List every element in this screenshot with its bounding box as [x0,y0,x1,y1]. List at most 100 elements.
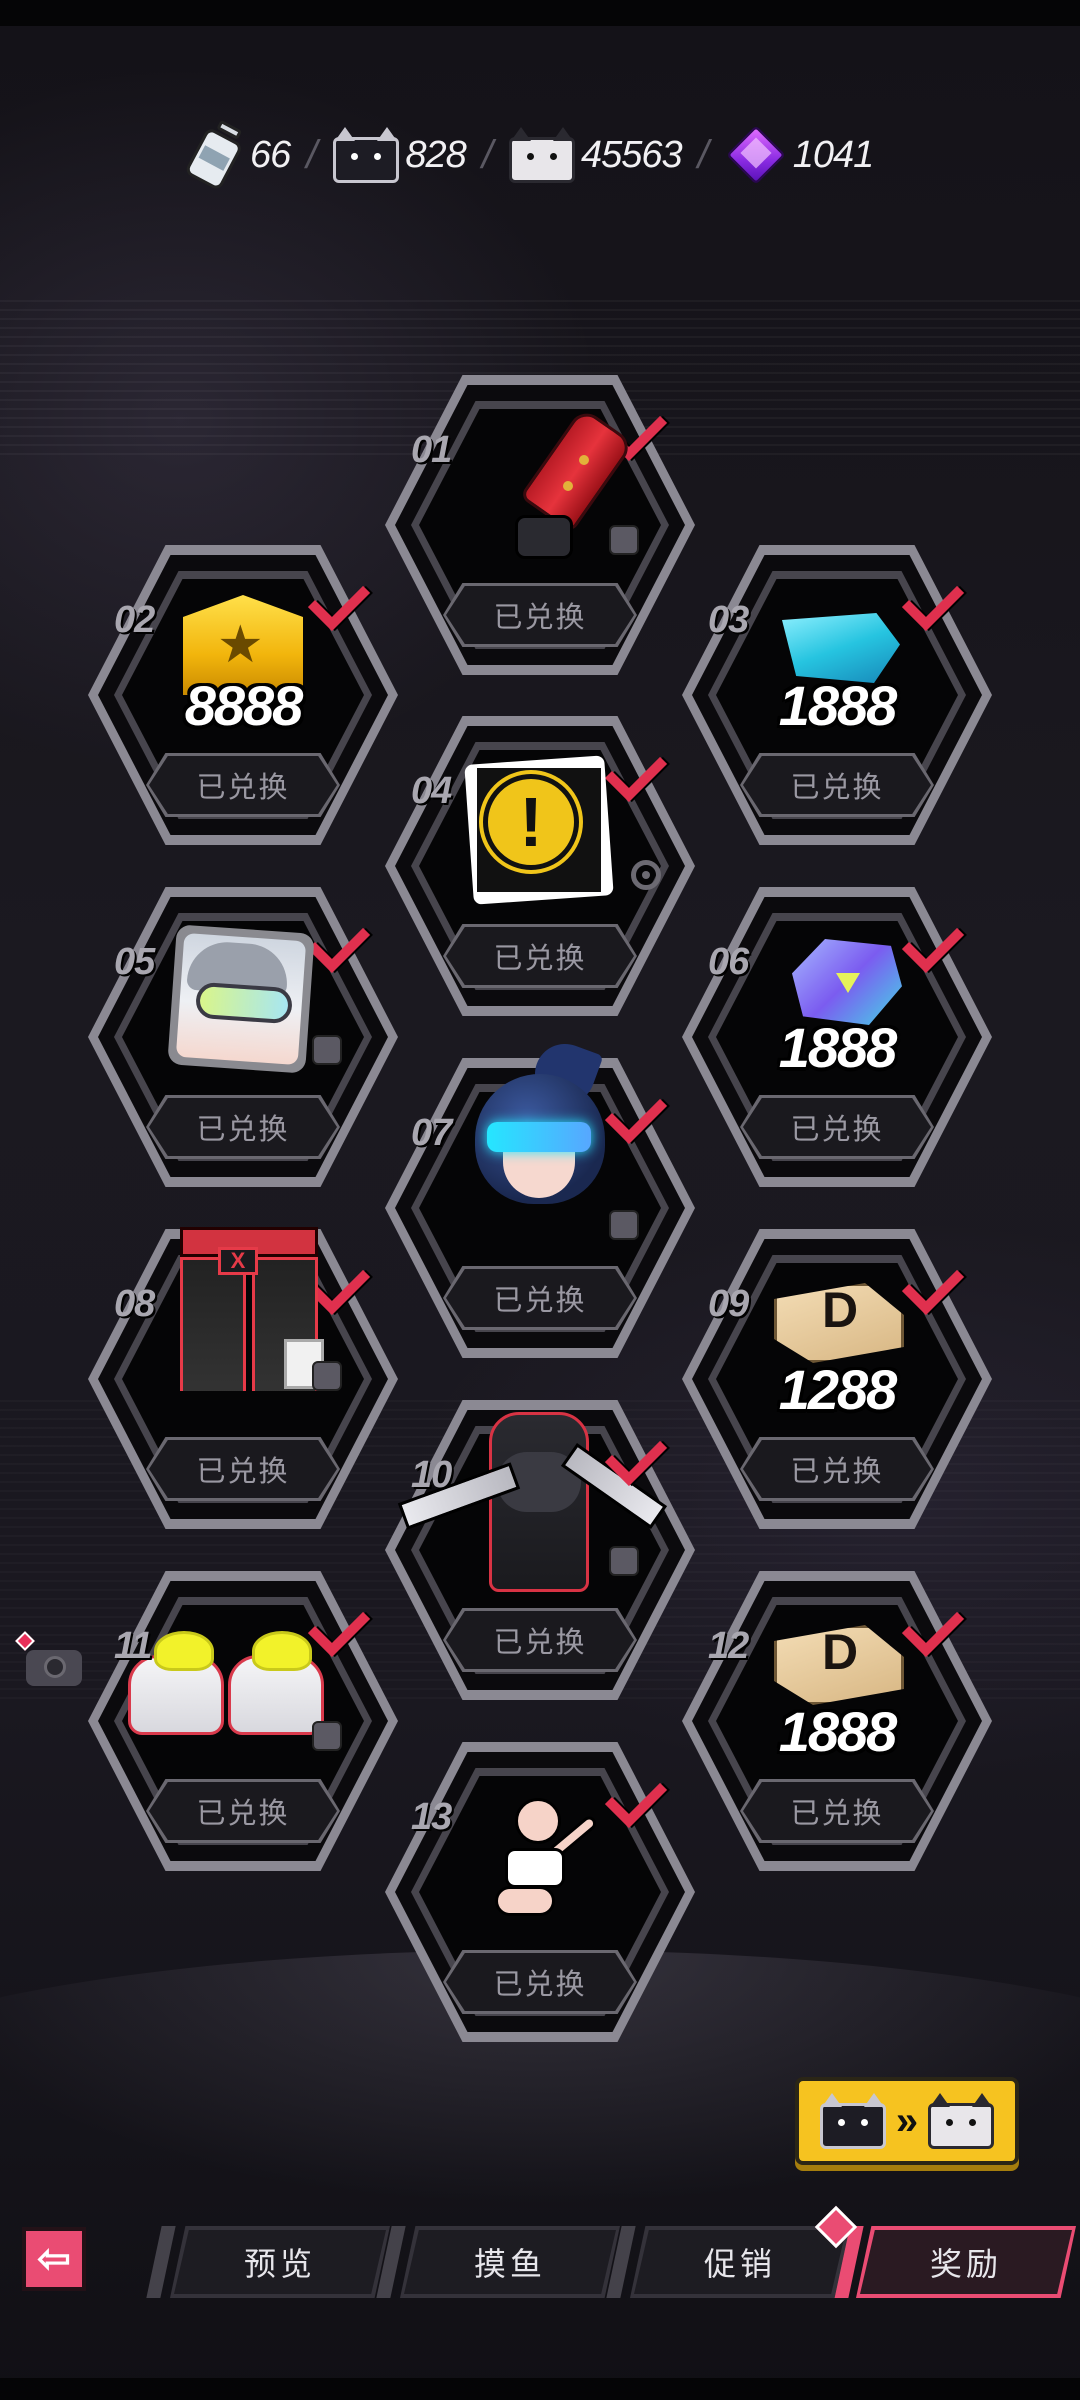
reward-slot-01[interactable]: 01 已兑换 [385,375,695,675]
glove-type-icon [609,525,639,555]
check-icon [900,1609,954,1649]
slot-number: 08 [114,1283,155,1325]
redeem-label: 已兑换 [446,1611,634,1669]
check-icon [900,583,954,623]
slot-number: 13 [411,1796,452,1838]
slot-number: 10 [411,1454,452,1496]
reward-amount: 1288 [778,1358,898,1421]
purple-cube-icon [725,124,787,186]
currency-separator: / [697,132,709,177]
slot-number: 07 [411,1112,452,1154]
reward-slot-03[interactable]: 03 1888 已兑换 [682,545,992,845]
redeem-label: 已兑换 [743,1440,931,1498]
ticket-icon: D [774,1277,904,1367]
reward-slot-04[interactable]: 04 ! 已兑换 [385,716,695,1016]
reward-slot-12[interactable]: 12 D 1888 已兑换 [682,1571,992,1871]
slot-number: 01 [411,429,452,471]
shirt-type-icon [609,1546,639,1576]
slot-number: 04 [411,770,452,812]
redeem-label: 已兑换 [743,1782,931,1840]
currency-bar: 66 / 828 / 45563 / 1041 [183,110,874,200]
redeem-label: 已兑换 [149,1440,337,1498]
currency-value: 45563 [580,133,683,176]
reward-slot-06[interactable]: 06 1888 已兑换 [682,887,992,1187]
hairstyle-icon [465,1035,615,1214]
check-icon [900,925,954,965]
dark-cat-icon [333,127,400,183]
bottom-tabs: 预览 摸鱼 促销 奖励 [150,2226,1076,2298]
redeem-label: 已兑换 [446,1269,634,1327]
slot-number: 03 [708,599,749,641]
reward-slot-13[interactable]: 13 已兑换 [385,1742,695,2042]
tab-label: 奖励 [860,2230,1072,2294]
currency-value: 1041 [792,133,875,176]
reward-amount: 1888 [778,1016,898,1079]
slot-number: 11 [114,1625,152,1667]
pants-icon: X [174,1227,324,1391]
avatar-type-icon [312,1035,342,1065]
convert-arrow: » [895,2098,919,2143]
reward-screen: 66 / 828 / 45563 / 1041 01 已兑换 02 ★ 8888… [0,0,1080,2400]
check-icon [603,1438,657,1478]
ticket-icon: D [774,1619,904,1709]
slot-number: 09 [708,1283,749,1325]
check-icon [306,583,360,623]
redeem-label: 已兑换 [446,1953,634,2011]
reward-amount: 1888 [778,1700,898,1763]
currency-value: 66 [250,133,291,176]
reward-slot-05[interactable]: 05 已兑换 [88,887,398,1187]
redeem-label: 已兑换 [743,1098,931,1156]
slot-number: 12 [708,1625,749,1667]
status-bar [0,0,1080,26]
redeem-label: 已兑换 [446,586,634,644]
tab-label: 预览 [174,2230,386,2294]
nav-bar [0,2378,1080,2400]
reward-slot-09[interactable]: 09 D 1288 已兑换 [682,1229,992,1529]
pose-icon [485,1798,599,1928]
camera-button[interactable] [15,1631,82,1686]
tab-rewards[interactable]: 奖励 [856,2226,1076,2298]
shoe-type-icon [312,1721,342,1751]
reward-amount: 1888 [778,674,898,737]
shoes-icon [128,1631,328,1741]
check-icon [603,1780,657,1820]
redeem-label: 已兑换 [149,756,337,814]
dark-cat-icon [819,2093,886,2149]
tab-label: 摸鱼 [404,2230,616,2294]
reward-slot-11[interactable]: 11 已兑换 [88,1571,398,1871]
tab-preview[interactable]: 预览 [170,2226,390,2298]
red-glove-icon [505,406,635,559]
convert-currency-button[interactable]: » [795,2077,1019,2165]
back-arrow-icon: ⇦ [37,2237,71,2281]
redeem-label: 已兑换 [743,756,931,814]
currency-dark-cat: 828 [333,127,467,183]
tab-slack-off[interactable]: 摸鱼 [400,2226,620,2298]
slot-number: 06 [708,941,749,983]
slot-number: 05 [114,941,155,983]
currency-bottle: 66 [183,119,291,192]
currency-value: 828 [405,133,466,176]
tab-label: 促销 [634,2230,846,2294]
slot-number: 02 [114,599,155,641]
light-cat-icon [928,2093,995,2149]
reward-slot-02[interactable]: 02 ★ 8888 已兑换 [88,545,398,845]
currency-light-cat: 45563 [508,127,683,183]
currency-cube: 1041 [725,124,874,186]
redeem-label: 已兑换 [446,927,634,985]
tab-promotion[interactable]: 促销 [630,2226,850,2298]
crystal-icon [792,939,902,1025]
reward-slot-07[interactable]: 07 已兑换 [385,1035,695,1358]
reward-amount: 8888 [184,674,304,737]
check-icon [306,925,360,965]
hat-type-icon [609,1210,639,1240]
light-cat-icon [508,127,575,183]
reward-slot-10[interactable]: 10 已兑换 [385,1400,695,1700]
bottle-icon [178,113,257,197]
circle-type-icon [631,860,661,890]
currency-separator: / [306,132,318,177]
reward-slot-08[interactable]: 08 X 已兑换 [88,1227,398,1529]
redeem-label: 已兑换 [149,1098,337,1156]
pants-type-icon [312,1361,342,1391]
back-button[interactable]: ⇦ [22,2227,86,2291]
currency-separator: / [481,132,493,177]
